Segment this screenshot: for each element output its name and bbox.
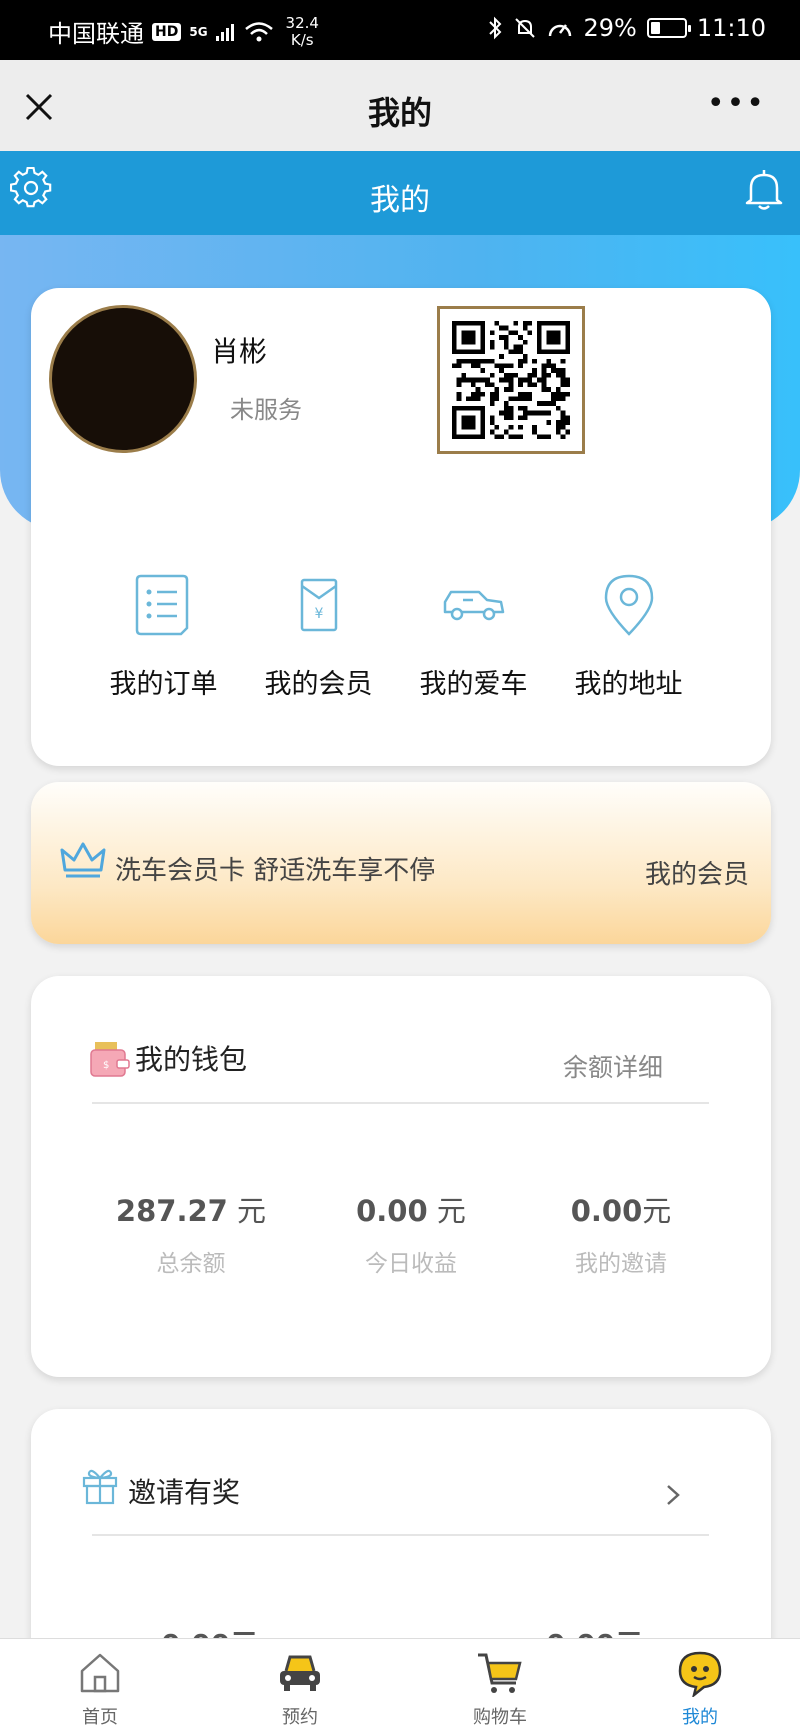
balance-details-link[interactable]: 余额详细 <box>563 1048 663 1084</box>
stat-label: 今日收益 <box>365 1251 457 1277</box>
menu-my-car[interactable]: 我的爱车 <box>396 570 551 701</box>
status-left: 中国联通 HD 5G 32.4 K/s <box>48 14 319 49</box>
member-banner-text: 洗车会员卡 舒适洗车享不停 <box>115 856 436 886</box>
tab-label: 我的 <box>682 1707 718 1728</box>
tab-mine[interactable]: 我的 <box>600 1639 800 1733</box>
qr-code[interactable] <box>437 306 585 454</box>
profile-mascot-icon <box>678 1651 722 1699</box>
menu-my-orders[interactable]: 我的订单 <box>86 570 241 701</box>
wallet-card: $ 我的钱包 余额详细 287.27 元 总余额 0.00 元 今日收益 0.0… <box>31 976 771 1377</box>
stat-today-earnings: 0.00 元 今日收益 <box>301 1188 521 1278</box>
mute-bell-icon <box>515 18 536 38</box>
net-speed-unit: K/s <box>290 30 314 49</box>
member-banner[interactable]: 洗车会员卡 舒适洗车享不停 我的会员 <box>31 782 771 944</box>
stat-value: 287.27 元 <box>81 1188 301 1230</box>
shopping-cart-icon <box>478 1653 522 1693</box>
speedometer-icon <box>549 24 572 37</box>
tab-label: 购物车 <box>473 1707 527 1728</box>
menu-label: 我的会员 <box>264 669 373 700</box>
stat-unit: 元 <box>427 1194 466 1228</box>
order-list-icon <box>135 574 188 636</box>
signal-bars-icon <box>215 23 234 41</box>
stat-label: 总余额 <box>156 1251 226 1277</box>
stat-number: 287.27 <box>115 1194 228 1228</box>
hd-badge: HD <box>152 22 182 41</box>
stat-number: 0.00 <box>570 1194 643 1228</box>
stat-unit: 元 <box>642 1194 672 1228</box>
nav-bar: 我的 ••• <box>0 60 800 151</box>
battery-icon <box>646 18 691 38</box>
tab-label: 预约 <box>282 1707 318 1728</box>
chevron-right-icon[interactable] <box>665 1483 681 1507</box>
car-icon <box>443 590 504 621</box>
page-title: 我的 <box>367 94 432 132</box>
stat-label: 我的邀请 <box>575 1251 667 1277</box>
status-right: 29% 11:10 <box>487 14 766 42</box>
wallet-title: 我的钱包 <box>135 1043 248 1076</box>
qr-code-icon <box>452 321 570 439</box>
more-menu-button[interactable]: ••• <box>707 89 766 119</box>
location-pin-icon <box>604 574 653 636</box>
status-bar: 中国联通 HD 5G 32.4 K/s 29% 11:10 <box>0 0 800 60</box>
net-speed: 32.4 K/s <box>285 13 319 49</box>
bluetooth-icon <box>489 16 502 40</box>
my-membership-link[interactable]: 我的会员 <box>645 854 749 891</box>
stat-value: 0.00 元 <box>301 1188 521 1230</box>
menu-my-address[interactable]: 我的地址 <box>551 570 706 701</box>
stat-number: 0.00 <box>356 1194 428 1228</box>
profile-menu: 我的订单 ¥ 我的会员 我的爱车 我的地址 <box>86 570 706 701</box>
avatar[interactable] <box>49 305 197 453</box>
gift-icon <box>82 1469 118 1505</box>
stat-my-invites: 0.00元 我的邀请 <box>511 1188 731 1278</box>
member-card-icon: ¥ <box>300 578 337 632</box>
battery-fill <box>650 22 661 34</box>
home-icon <box>80 1653 120 1693</box>
divider <box>92 1102 709 1104</box>
tab-cart[interactable]: 购物车 <box>400 1639 600 1733</box>
stat-unit: 元 <box>227 1194 267 1228</box>
svg-text:$: $ <box>103 1060 109 1071</box>
signal-type: 5G <box>189 24 208 39</box>
divider <box>92 1534 709 1536</box>
stat-total-balance: 287.27 元 总余额 <box>81 1188 301 1278</box>
invite-title: 邀请有奖 <box>128 1476 241 1509</box>
notification-bell-icon[interactable] <box>744 167 784 211</box>
service-status: 未服务 <box>230 396 302 424</box>
tab-booking[interactable]: 预约 <box>200 1639 400 1733</box>
tab-home[interactable]: 首页 <box>0 1639 200 1733</box>
bottom-tab-bar: 首页 预约 购物车 我的 <box>0 1638 800 1733</box>
crown-icon <box>60 842 106 878</box>
menu-label: 我的爱车 <box>419 669 528 700</box>
header-title: 我的 <box>370 183 430 218</box>
battery-percent: 29% <box>583 14 637 42</box>
carrier-label: 中国联通 <box>48 20 144 48</box>
menu-label: 我的订单 <box>109 669 218 700</box>
profile-card: 肖彬 未服务 我的订单 ¥ 我的会员 我的爱车 我的地址 <box>31 288 771 766</box>
car-front-icon <box>280 1655 320 1691</box>
wifi-icon <box>244 21 273 41</box>
menu-my-membership[interactable]: ¥ 我的会员 <box>241 570 396 701</box>
clock: 11:10 <box>696 14 766 42</box>
net-speed-value: 32.4 <box>285 13 319 32</box>
menu-label: 我的地址 <box>574 669 683 700</box>
user-name: 肖彬 <box>211 335 268 368</box>
svg-text:¥: ¥ <box>314 606 323 622</box>
tab-label: 首页 <box>82 1707 118 1728</box>
app-header: 我的 <box>0 151 800 235</box>
stat-value: 0.00元 <box>511 1188 731 1230</box>
wallet-icon: $ <box>90 1042 130 1077</box>
